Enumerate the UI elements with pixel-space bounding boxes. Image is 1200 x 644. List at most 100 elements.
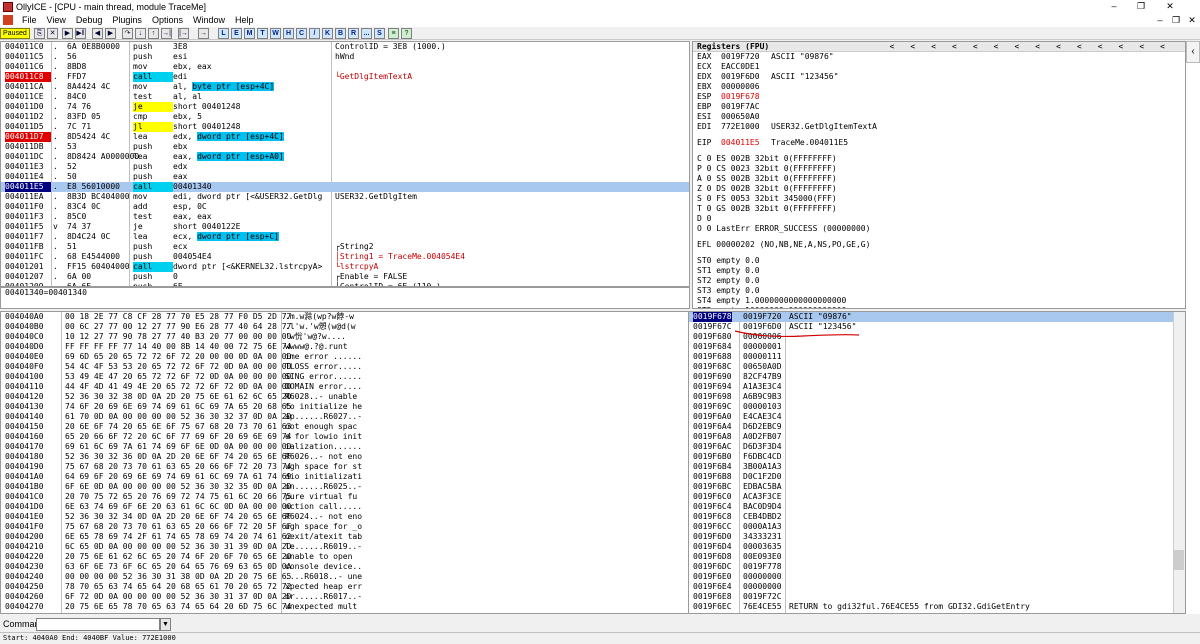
stack-scrollbar-thumb[interactable] <box>1174 550 1184 570</box>
maximize-button[interactable]: ❐ <box>1129 0 1153 13</box>
stack-row[interactable]: 0019F6DC 0019F778 <box>689 562 1185 572</box>
dump-row[interactable]: 00404230 63 6F 6E 73 6F 6C 65 20 64 65 76… <box>1 562 689 572</box>
disasm-row[interactable]: 004011C0. 6A 0E8B0000 push 3E8 ControlID = 3… <box>1 42 689 52</box>
options-list-icon[interactable]: ≡ <box>388 28 399 39</box>
registers-pane[interactable]: Registers (FPU) <<<<<<<<<<<<<< EAX 0019F7… <box>692 41 1186 309</box>
stack-row[interactable]: 0019F6A0 E4CAE3C4 <box>689 412 1185 422</box>
dump-row[interactable]: 00404210 6C 65 0D 0A 00 00 00 00 52 36 30… <box>1 542 689 552</box>
dump-row[interactable]: 00404240 00 00 00 00 52 36 30 31 38 0D 0A… <box>1 572 689 582</box>
disassembly-pane[interactable]: 004011C0. 6A 0E8B0000 push 3E8 ControlID = 3… <box>0 41 690 287</box>
dump-row[interactable]: 004041A0 64 69 6F 20 69 6E 69 74 69 61 6C… <box>1 472 689 482</box>
flag-segment-line[interactable]: T 0 GS 002B 32bit 0(FFFFFFFF) <box>693 204 1185 214</box>
dump-row[interactable]: 00404160 65 20 66 6F 72 20 6C 6F 77 69 6F… <box>1 432 689 442</box>
stack-row[interactable]: 0019F6C4 BAC0D9D4 <box>689 502 1185 512</box>
trace-over-icon[interactable]: →| <box>161 28 172 39</box>
stack-row[interactable]: 0019F6C0 ACA3F3CE <box>689 492 1185 502</box>
register-edx[interactable]: EDX 0019F6D0 ASCII "123456" <box>693 72 1185 82</box>
dump-row[interactable]: 00404110 44 4F 4D 41 49 4E 20 65 72 72 6F… <box>1 382 689 392</box>
open-icon[interactable]: ⎘ <box>34 28 45 39</box>
disasm-row[interactable]: 004011FB. 51 push ecx ┌String2 <box>1 242 689 252</box>
stack-row[interactable]: 0019F6B8 D0C1F2D0 <box>689 472 1185 482</box>
execute-till-return-icon[interactable]: |→ <box>178 28 189 39</box>
dump-row[interactable]: 00404190 75 67 68 20 73 70 61 63 65 20 66… <box>1 462 689 472</box>
disasm-row[interactable]: 004011CA. 8A4424 4C mov al, byte ptr [esp+4… <box>1 82 689 92</box>
disasm-row[interactable]: 004011F3. 85C0 test eax, eax <box>1 212 689 222</box>
disasm-row[interactable]: 004011E4. 50 push eax <box>1 172 689 182</box>
disasm-row[interactable]: 004011D5. 7C 71 jl short 00401248 <box>1 122 689 132</box>
dump-row[interactable]: 00404250 78 70 65 63 74 65 64 20 68 65 61… <box>1 582 689 592</box>
patches-button[interactable]: / <box>309 28 320 39</box>
stack-row[interactable]: 0019F6BC EDBAC5BA <box>689 482 1185 492</box>
go-to-icon[interactable]: → <box>198 28 209 39</box>
stack-row[interactable]: 0019F6F0 00000000 <box>689 612 1185 613</box>
dump-row[interactable]: 004041E0 52 36 30 32 34 0D 0A 2D 20 6E 6F… <box>1 512 689 522</box>
menu-window[interactable]: Window <box>188 15 230 25</box>
register-ebx[interactable]: EBX 00000006 <box>693 82 1185 92</box>
stack-row[interactable]: 0019F6EC 76E4CE55 RETURN to gdi32ful.76E4C… <box>689 602 1185 612</box>
dump-row[interactable]: 004041B0 6F 6E 0D 0A 00 00 00 00 52 36 30… <box>1 482 689 492</box>
stack-row[interactable]: 0019F678 0019F720 ASCII "09876" <box>689 312 1185 322</box>
disasm-row[interactable]: 004011E5. E8 56010000 call 00401340 <box>1 182 689 192</box>
chevron-left-icon[interactable]: ‹ <box>1186 41 1200 63</box>
step-over-icon[interactable]: ↷ <box>122 28 133 39</box>
dump-row[interactable]: 00404100 53 49 4E 47 20 65 72 72 6F 72 0D… <box>1 372 689 382</box>
disasm-row[interactable]: 004011D2. 83FD 05 cmp ebx, 5 <box>1 112 689 122</box>
threads-button[interactable]: T <box>257 28 268 39</box>
menu-plugins[interactable]: Plugins <box>107 15 147 25</box>
call-stack-button[interactable]: K <box>322 28 333 39</box>
flag-segment-line[interactable]: O 0 LastErr ERROR_SUCCESS (00000000) <box>693 224 1185 234</box>
animate-icon[interactable]: ▶ <box>105 28 116 39</box>
disasm-row[interactable]: 00401201. FF15 60404000 call dword ptr [<&K… <box>1 262 689 272</box>
menu-help[interactable]: Help <box>230 15 259 25</box>
source-button[interactable]: S <box>374 28 385 39</box>
dump-row[interactable]: 004040A0 00 18 2E 77 C8 CF 28 77 70 E5 28… <box>1 312 689 322</box>
help-icon[interactable]: ? <box>401 28 412 39</box>
stack-row[interactable]: 0019F6E0 00000000 <box>689 572 1185 582</box>
fpu-register-line[interactable]: ST4 empty 1.0000000000000000000 <box>693 296 1185 306</box>
disasm-row[interactable]: 004011DB. 53 push ebx <box>1 142 689 152</box>
mdi-minimize-button[interactable]: – <box>1154 13 1166 27</box>
disasm-row[interactable]: 004011F7. 8D4C24 0C lea ecx, dword ptr [esp… <box>1 232 689 242</box>
disasm-row[interactable]: 004011CE. 84C0 test al, al <box>1 92 689 102</box>
dump-row[interactable]: 00404150 20 6E 6F 74 20 65 6E 6F 75 67 68… <box>1 422 689 432</box>
executables-button[interactable]: E <box>231 28 242 39</box>
stack-row[interactable]: 0019F6A4 D6D2EBC9 <box>689 422 1185 432</box>
memory-dump-pane[interactable]: 004040A0 00 18 2E 77 C8 CF 28 77 70 E5 28… <box>0 311 690 614</box>
stack-row[interactable]: 0019F6E8 0019F72C <box>689 592 1185 602</box>
stack-pane[interactable]: 0019F678 0019F720 ASCII "09876" 0019F67C 001… <box>688 311 1186 614</box>
dump-row[interactable]: 004040E0 69 6D 65 20 65 72 72 6F 72 20 00… <box>1 352 689 362</box>
mdi-restore-button[interactable]: ❐ <box>1170 13 1182 27</box>
stack-row[interactable]: 0019F69C 00000103 <box>689 402 1185 412</box>
dump-row[interactable]: 004040F0 54 4C 4F 53 53 20 65 72 72 6F 72… <box>1 362 689 372</box>
register-esp[interactable]: ESP 0019F678 <box>693 92 1185 102</box>
stack-row[interactable]: 0019F6D4 00003635 <box>689 542 1185 552</box>
windows-button[interactable]: W <box>270 28 281 39</box>
stack-row[interactable]: 0019F690 82CF47B9 <box>689 372 1185 382</box>
dump-row[interactable]: 00404120 52 36 30 32 38 0D 0A 2D 20 75 6E… <box>1 392 689 402</box>
disasm-row[interactable]: 004011FC. 68 E4544000 push 004054E4 │String1… <box>1 252 689 262</box>
log-window-button[interactable]: L <box>218 28 229 39</box>
register-eip[interactable]: EIP 004011E5 TraceMe.004011E5 <box>693 138 1185 148</box>
run-icon[interactable]: ▶ <box>62 28 73 39</box>
step-back-icon[interactable]: ◀ <box>92 28 103 39</box>
trace-into-icon[interactable]: ↑ <box>148 28 159 39</box>
disasm-row[interactable]: 004011D0. 74 76 je short 00401248 <box>1 102 689 112</box>
chevron-down-icon[interactable]: ▼ <box>160 617 171 631</box>
flag-segment-line[interactable]: C 0 ES 002B 32bit 0(FFFFFFFF) <box>693 154 1185 164</box>
references-button[interactable]: R <box>348 28 359 39</box>
stack-row[interactable]: 0019F698 A6B9C9B3 <box>689 392 1185 402</box>
dump-row[interactable]: 00404220 20 75 6E 61 62 6C 65 20 74 6F 20… <box>1 552 689 562</box>
breakpoints-button[interactable]: B <box>335 28 346 39</box>
stack-row[interactable]: 0019F6AC D6D3F3D4 <box>689 442 1185 452</box>
dump-row[interactable]: 00404270 20 75 6E 65 78 70 65 63 74 65 64… <box>1 602 689 612</box>
close-file-icon[interactable]: ✕ <box>47 28 58 39</box>
disasm-row[interactable]: 004011F0. 83C4 0C add esp, 0C <box>1 202 689 212</box>
disasm-row[interactable]: 004011C8. FFD7 call edi └GetDlgItemTextA <box>1 72 689 82</box>
menu-file[interactable]: File <box>17 15 42 25</box>
flag-segment-line[interactable]: A 0 SS 002B 32bit 0(FFFFFFFF) <box>693 174 1185 184</box>
fpu-register-line[interactable]: ST1 empty 0.0 <box>693 266 1185 276</box>
flag-segment-line[interactable]: S 0 FS 0053 32bit 345000(FFF) <box>693 194 1185 204</box>
dump-row[interactable]: 004040B0 00 6C 27 77 00 12 27 77 90 E6 28… <box>1 322 689 332</box>
disasm-row[interactable]: 004011C6. 8BD8 mov ebx, eax <box>1 62 689 72</box>
stack-row[interactable]: 0019F6D0 34333231 <box>689 532 1185 542</box>
